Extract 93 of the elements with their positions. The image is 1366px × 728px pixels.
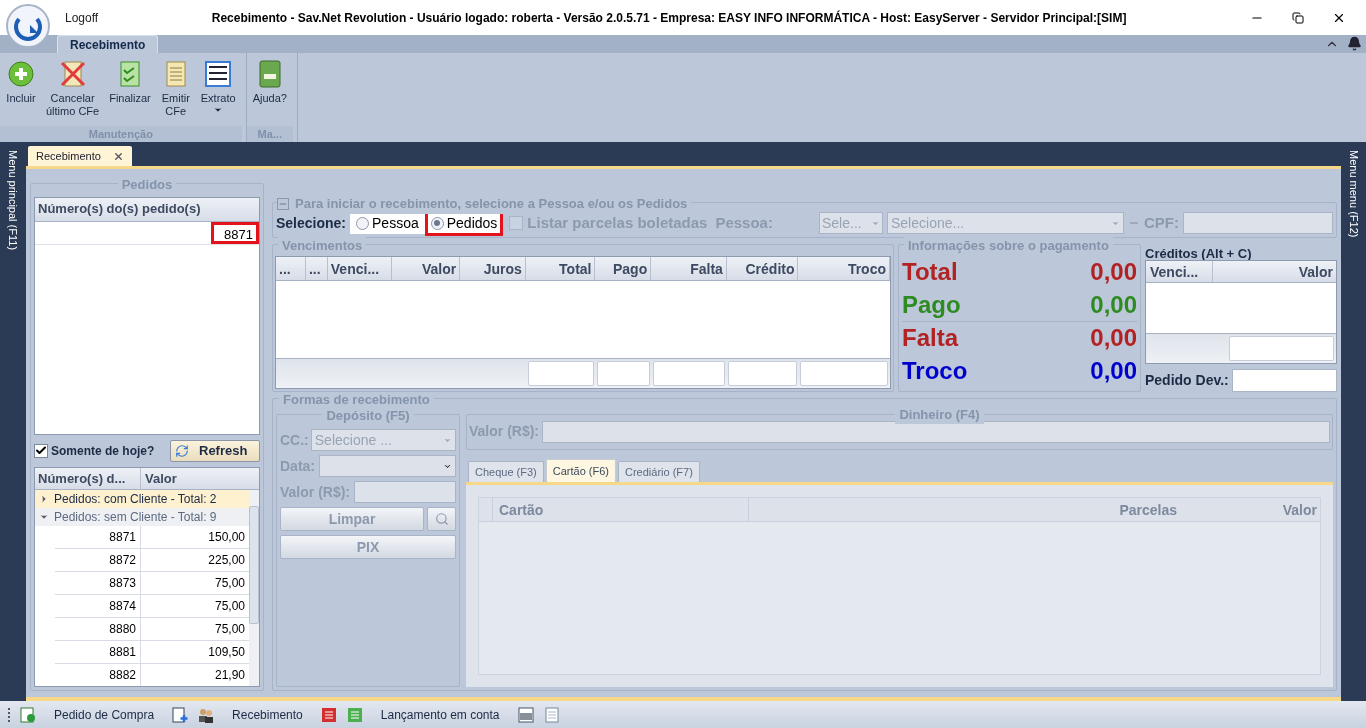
close-icon[interactable] [112, 150, 124, 162]
payment-label: Total [902, 257, 958, 287]
table-cell: 8880 [55, 617, 141, 640]
column-header: Cartão [493, 498, 749, 521]
column-header: Pago [595, 256, 652, 280]
payment-value: 0,00 [1090, 323, 1137, 353]
column-header: Venci... [327, 256, 393, 280]
list-icon[interactable] [346, 706, 363, 723]
document-dollar-icon[interactable] [20, 706, 36, 723]
payment-value: 0,00 [1090, 289, 1137, 320]
column-header: Juros [460, 256, 526, 280]
payment-value: 0,00 [1090, 257, 1137, 287]
scrollbar[interactable] [249, 489, 259, 686]
table-cell: 8872 [55, 548, 141, 571]
statement-icon [203, 59, 234, 89]
refresh-icon [175, 443, 189, 458]
column-header: Valor [392, 256, 461, 280]
ribbon-button[interactable]: Emitir CFe [156, 59, 195, 126]
field-label: Pedido Dev.: [1145, 371, 1229, 390]
status-bar-item[interactable]: Pedido de Compra [46, 705, 163, 724]
table-cell-text: 21,90 [213, 666, 246, 684]
payment-label: Troco [902, 356, 968, 386]
search-button[interactable] [427, 507, 456, 531]
table-cell-text: 75,00 [213, 574, 246, 592]
total-field [597, 361, 650, 386]
total-field [653, 361, 725, 386]
cpf-field[interactable] [1183, 212, 1333, 234]
checkbox[interactable] [34, 443, 48, 458]
refresh-button[interactable]: Refresh [170, 439, 260, 462]
status-bar-item[interactable]: Recebimento [224, 705, 311, 724]
field-label: Selecione: [276, 213, 347, 233]
column-header: ... [305, 256, 328, 280]
input-field[interactable] [354, 481, 456, 503]
ribbon-button[interactable]: Extrato [196, 59, 240, 126]
plus-circle-icon [6, 59, 36, 89]
radio-option[interactable]: Pessoa [350, 210, 425, 236]
ribbon-button[interactable]: Incluir [2, 59, 40, 126]
document-plus-icon[interactable] [172, 706, 189, 723]
search-icon [434, 512, 449, 526]
column-header: Número(s) d... [35, 467, 141, 489]
barcode-icon[interactable] [517, 706, 534, 723]
column-header: Venci... [1146, 261, 1213, 282]
side-menu-tab[interactable]: Menu principal (F11) [4, 150, 22, 701]
ribbon-button[interactable]: Finalizar [105, 59, 155, 126]
order-number-field[interactable]: 8871 [211, 221, 259, 244]
people-icon[interactable] [198, 706, 215, 723]
bell-icon[interactable] [1347, 36, 1362, 51]
total-field [528, 361, 594, 386]
table-cell-text: 75,00 [213, 620, 246, 638]
column-header: Troco [798, 256, 890, 280]
column-header: ... [276, 256, 306, 280]
status-bar-item[interactable]: Lançamento em conta [372, 705, 508, 724]
payment-value: 0,00 [1090, 356, 1137, 386]
table-cell-text: 109,50 [207, 643, 246, 661]
app-logo-icon[interactable] [6, 4, 50, 48]
collapsed-arrow-icon[interactable] [39, 493, 49, 504]
table-cell-text: 150,00 [207, 528, 246, 546]
page-icon[interactable] [543, 706, 560, 723]
checkbox[interactable] [509, 216, 524, 230]
table-cell: 8882 [55, 663, 141, 686]
ribbon-tab[interactable]: Recebimento [57, 35, 159, 53]
ribbon-button[interactable]: Ajuda? [248, 59, 291, 126]
list-icon[interactable] [320, 706, 337, 723]
table-cell: 8873 [55, 571, 141, 594]
table-cell: 8874 [55, 594, 141, 617]
logoff-button[interactable]: Logoff [65, 8, 99, 27]
input-field[interactable] [542, 420, 1330, 443]
checkbox-label: Somente de hoje? [51, 442, 155, 460]
tab[interactable]: Cheque (F3) [468, 461, 544, 482]
table-cell: 8871 [55, 525, 141, 548]
table-cell: 8881 [55, 640, 141, 663]
column-header: Valor [1281, 501, 1318, 520]
tab[interactable]: Crediário (F7) [618, 461, 700, 482]
column-header: Crédito [726, 256, 799, 280]
column-header: Total [525, 256, 596, 280]
column-header: Valor [1297, 263, 1334, 282]
total-field [728, 361, 797, 386]
column-header: Valor [144, 469, 178, 488]
ribbon-button[interactable]: Cancelar último CFe [42, 59, 104, 126]
document-tab[interactable]: Recebimento [28, 146, 132, 166]
window-title: Recebimento - Sav.Net Revolution - Usuário logado: roberta - Versão 2.0.5.71 - Empresa: EASY INFO INFORMÁTICA - Host: EasyServer - Servidor Principal:[SIM] [211, 9, 1127, 27]
input-field[interactable] [1231, 369, 1337, 392]
column-header: Falta [651, 256, 727, 280]
side-menu-tab[interactable]: Menu menu (F12) [1345, 150, 1362, 701]
section-title: Créditos (Alt + C) [1145, 245, 1253, 260]
payment-label: Pago [902, 289, 961, 320]
restore-icon[interactable] [1292, 11, 1304, 24]
column-header: Número(s) do(s) pedido(s) [35, 197, 259, 222]
payment-label: Falta [902, 323, 958, 353]
tab[interactable]: Cartão (F6) [545, 459, 616, 482]
column-header: Parcelas [1118, 501, 1178, 520]
table-cell-text: 75,00 [213, 597, 246, 615]
table-cell-text: 225,00 [207, 551, 246, 569]
